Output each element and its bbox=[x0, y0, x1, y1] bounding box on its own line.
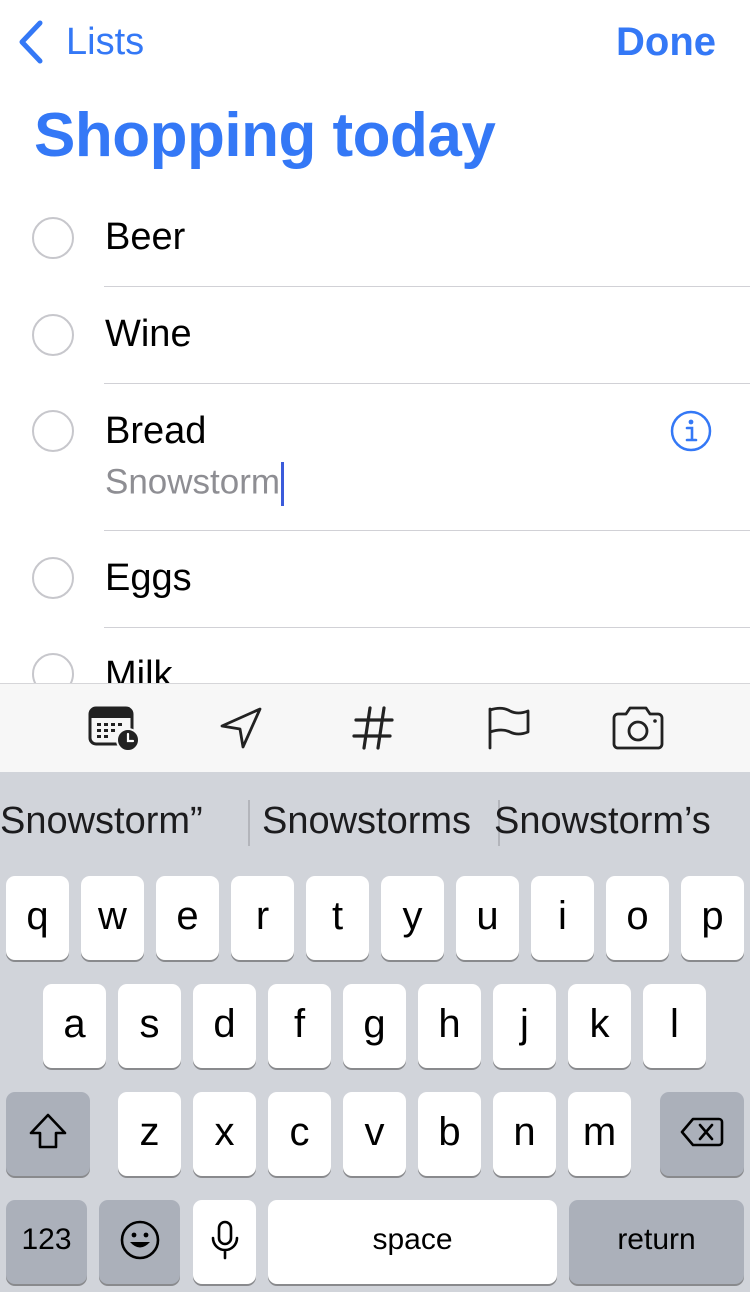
key-q[interactable]: q bbox=[6, 876, 69, 960]
suggestion-1[interactable]: Snowstorm” bbox=[0, 800, 203, 843]
key-w[interactable]: w bbox=[81, 876, 144, 960]
text-cursor bbox=[281, 462, 285, 506]
reminder-list: Beer Wine Bread Snowstorm Eggs Milk bbox=[0, 190, 750, 683]
hashtag-icon bbox=[352, 706, 394, 750]
dictation-key[interactable] bbox=[193, 1200, 256, 1284]
emoji-key[interactable] bbox=[99, 1200, 180, 1284]
microphone-icon bbox=[211, 1220, 238, 1260]
completion-circle[interactable] bbox=[32, 314, 74, 356]
delete-key[interactable] bbox=[660, 1092, 744, 1176]
key-g[interactable]: g bbox=[343, 984, 406, 1068]
key-v[interactable]: v bbox=[343, 1092, 406, 1176]
item-title[interactable]: Eggs bbox=[105, 557, 192, 600]
item-title[interactable]: Beer bbox=[105, 216, 185, 259]
item-title[interactable]: Bread bbox=[105, 410, 206, 453]
back-label: Lists bbox=[66, 20, 145, 63]
key-j[interactable]: j bbox=[493, 984, 556, 1068]
navigation-bar: Lists Done bbox=[0, 0, 750, 90]
keyboard: Snowstorm” Snowstorms Snowstorm’s q w e … bbox=[0, 772, 750, 1292]
key-d[interactable]: d bbox=[193, 984, 256, 1068]
key-b[interactable]: b bbox=[418, 1092, 481, 1176]
calendar-clock-icon bbox=[88, 706, 140, 752]
key-l[interactable]: l bbox=[643, 984, 706, 1068]
backspace-icon bbox=[680, 1117, 724, 1147]
location-button[interactable] bbox=[214, 704, 270, 752]
camera-icon bbox=[612, 706, 664, 750]
quick-toolbar bbox=[0, 683, 750, 772]
completion-circle[interactable] bbox=[32, 653, 74, 683]
completion-circle[interactable] bbox=[32, 557, 74, 599]
key-x[interactable]: x bbox=[193, 1092, 256, 1176]
key-n[interactable]: n bbox=[493, 1092, 556, 1176]
info-icon[interactable] bbox=[670, 410, 712, 452]
item-notes-text: Snowstorm bbox=[105, 462, 281, 502]
key-a[interactable]: a bbox=[43, 984, 106, 1068]
return-key[interactable]: return bbox=[569, 1200, 744, 1284]
key-k[interactable]: k bbox=[568, 984, 631, 1068]
shift-arrow-icon bbox=[29, 1113, 67, 1149]
key-o[interactable]: o bbox=[606, 876, 669, 960]
key-m[interactable]: m bbox=[568, 1092, 631, 1176]
key-i[interactable]: i bbox=[531, 876, 594, 960]
key-c[interactable]: c bbox=[268, 1092, 331, 1176]
predictive-bar: Snowstorm” Snowstorms Snowstorm’s bbox=[0, 772, 750, 872]
item-notes-field[interactable]: Snowstorm bbox=[105, 462, 285, 506]
numbers-key[interactable]: 123 bbox=[6, 1200, 87, 1284]
chevron-left-icon bbox=[19, 20, 43, 64]
item-title[interactable]: Wine bbox=[105, 313, 192, 356]
key-f[interactable]: f bbox=[268, 984, 331, 1068]
shift-key[interactable] bbox=[6, 1092, 90, 1176]
suggestion-2[interactable]: Snowstorms bbox=[262, 800, 471, 843]
key-r[interactable]: r bbox=[231, 876, 294, 960]
suggestion-3[interactable]: Snowstorm’s bbox=[494, 800, 711, 843]
key-h[interactable]: h bbox=[418, 984, 481, 1068]
done-button[interactable]: Done bbox=[616, 14, 716, 70]
item-title[interactable]: Milk bbox=[105, 654, 173, 683]
separator bbox=[104, 530, 750, 531]
key-t[interactable]: t bbox=[306, 876, 369, 960]
completion-circle[interactable] bbox=[32, 217, 74, 259]
key-p[interactable]: p bbox=[681, 876, 744, 960]
flag-icon bbox=[488, 706, 530, 750]
key-u[interactable]: u bbox=[456, 876, 519, 960]
back-button[interactable]: Lists bbox=[16, 14, 144, 70]
separator bbox=[104, 627, 750, 628]
date-time-button[interactable] bbox=[86, 704, 142, 752]
separator bbox=[104, 286, 750, 287]
key-e[interactable]: e bbox=[156, 876, 219, 960]
key-s[interactable]: s bbox=[118, 984, 181, 1068]
list-title: Shopping today bbox=[34, 101, 496, 170]
key-y[interactable]: y bbox=[381, 876, 444, 960]
separator bbox=[104, 383, 750, 384]
suggestion-divider bbox=[248, 800, 250, 846]
key-z[interactable]: z bbox=[118, 1092, 181, 1176]
space-key[interactable]: space bbox=[268, 1200, 557, 1284]
emoji-icon bbox=[120, 1220, 159, 1260]
location-arrow-icon bbox=[220, 707, 262, 749]
camera-button[interactable] bbox=[610, 704, 666, 752]
flag-button[interactable] bbox=[480, 704, 536, 752]
tag-button[interactable] bbox=[346, 704, 402, 752]
completion-circle[interactable] bbox=[32, 410, 74, 452]
